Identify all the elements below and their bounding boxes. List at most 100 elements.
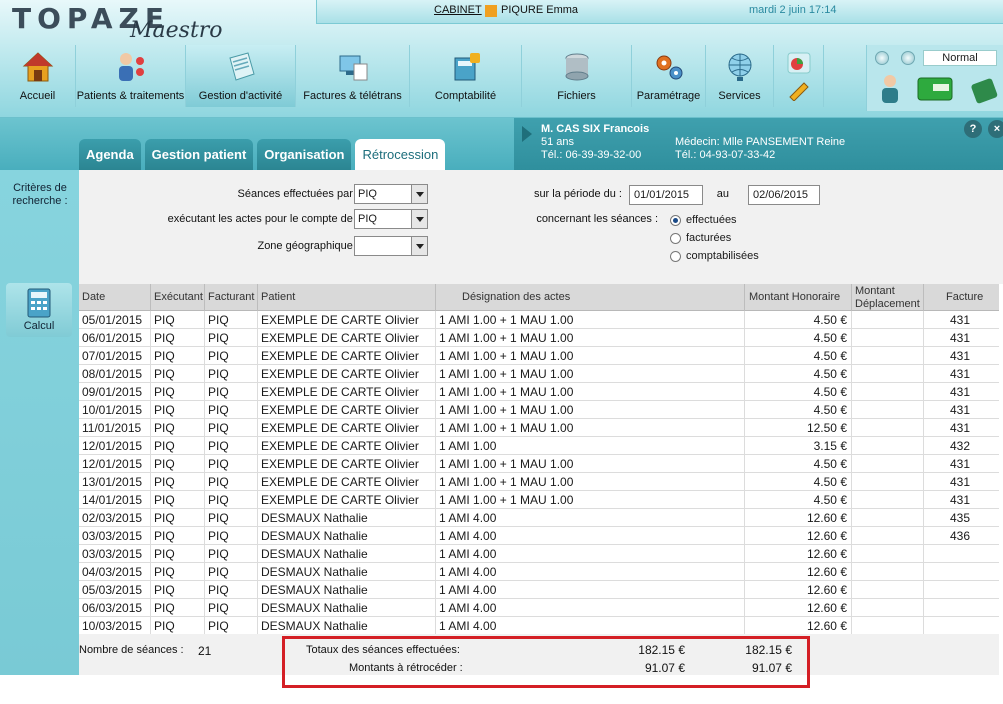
table-row[interactable]: 12/01/2015 PIQ PIQ EXEMPLE DE CARTE Olivier… bbox=[79, 455, 999, 473]
radio-comptabilisees[interactable]: comptabilisées bbox=[670, 250, 759, 262]
zone-select[interactable] bbox=[354, 236, 428, 256]
col-montant-deplacement[interactable]: Montant Déplacement bbox=[852, 284, 924, 311]
cell-designation: 1 AMI 1.00 bbox=[436, 437, 745, 455]
tab-organisation[interactable]: Organisation bbox=[257, 139, 352, 170]
cell-montant-honoraire: 4.50 € bbox=[745, 401, 852, 419]
cell-facturant: PIQ bbox=[205, 509, 258, 527]
cell-facture: 431 bbox=[950, 385, 971, 399]
table-row[interactable]: 13/01/2015 PIQ PIQ EXEMPLE DE CARTE Olivier… bbox=[79, 473, 999, 491]
table-row[interactable]: 03/03/2015 PIQ PIQ DESMAUX Nathalie 1 AMI 4.… bbox=[79, 545, 999, 563]
radio-checked-icon bbox=[670, 214, 681, 226]
cell-montant-honoraire: 12.60 € bbox=[745, 581, 852, 599]
cell-designation: 1 AMI 1.00 + 1 MAU 1.00 bbox=[436, 365, 745, 383]
col-patient[interactable]: Patient bbox=[258, 284, 436, 311]
table-row[interactable]: 09/01/2015 PIQ PIQ EXEMPLE DE CARTE Olivier… bbox=[79, 383, 999, 401]
database-icon bbox=[565, 53, 588, 81]
cell-facture bbox=[924, 545, 999, 563]
vitale-card-icon[interactable] bbox=[917, 75, 953, 103]
nav-fichiers[interactable]: Fichiers bbox=[522, 45, 632, 107]
table-row[interactable]: 02/03/2015 PIQ PIQ DESMAUX Nathalie 1 AMI 4.… bbox=[79, 509, 999, 527]
nav-factures[interactable]: Factures & télétrans bbox=[296, 45, 410, 107]
table-row[interactable]: 14/01/2015 PIQ PIQ EXEMPLE DE CARTE Olivier… bbox=[79, 491, 999, 509]
table-row[interactable]: 12/01/2015 PIQ PIQ EXEMPLE DE CARTE Olivier… bbox=[79, 437, 999, 455]
table-row[interactable]: 05/03/2015 PIQ PIQ DESMAUX Nathalie 1 AMI 4.… bbox=[79, 581, 999, 599]
radio-facturees[interactable]: facturées bbox=[670, 232, 731, 244]
nav-services[interactable]: Services bbox=[706, 45, 774, 107]
col-montant-honoraire[interactable]: Montant Honoraire bbox=[745, 284, 852, 311]
cell-designation: 1 AMI 4.00 bbox=[436, 599, 745, 617]
doctor-icon[interactable] bbox=[877, 73, 903, 105]
cell-montant-deplacement bbox=[852, 527, 924, 545]
table-row[interactable]: 06/01/2015 PIQ PIQ EXEMPLE DE CARTE Olivier… bbox=[79, 329, 999, 347]
tab-gestion-patient[interactable]: Gestion patient bbox=[144, 139, 254, 170]
table-row[interactable]: 06/03/2015 PIQ PIQ DESMAUX Nathalie 1 AMI 4.… bbox=[79, 599, 999, 617]
table-row[interactable]: 07/01/2015 PIQ PIQ EXEMPLE DE CARTE Olivier… bbox=[79, 347, 999, 365]
col-facture[interactable]: Facture bbox=[924, 284, 999, 311]
col-facturant[interactable]: Facturant bbox=[205, 284, 258, 311]
cell-executant: PIQ bbox=[151, 347, 205, 365]
table-body: 05/01/2015 PIQ PIQ EXEMPLE DE CARTE Olivier… bbox=[79, 311, 999, 635]
cell-montant-honoraire: 4.50 € bbox=[745, 383, 852, 401]
col-date[interactable]: Date bbox=[79, 284, 151, 311]
cell-montant-honoraire: 12.60 € bbox=[745, 527, 852, 545]
date-to-input[interactable]: 02/06/2015 bbox=[748, 185, 820, 205]
table-row[interactable]: 10/01/2015 PIQ PIQ EXEMPLE DE CARTE Olivier… bbox=[79, 401, 999, 419]
cell-facture: 431 bbox=[950, 457, 971, 471]
cell-executant: PIQ bbox=[151, 545, 205, 563]
tab-retrocession[interactable]: Rétrocession bbox=[355, 139, 446, 170]
nav-accueil[interactable]: Accueil bbox=[0, 45, 76, 107]
compte-select[interactable]: PIQ bbox=[354, 209, 428, 229]
table-row[interactable]: 03/03/2015 PIQ PIQ DESMAUX Nathalie 1 AMI 4.… bbox=[79, 527, 999, 545]
compte-label: exécutant les actes pour le compte de : bbox=[167, 213, 359, 225]
radio-effectuees[interactable]: effectuées bbox=[670, 214, 737, 226]
cell-montant-deplacement bbox=[852, 491, 924, 509]
table-row[interactable]: 11/01/2015 PIQ PIQ EXEMPLE DE CARTE Olivier… bbox=[79, 419, 999, 437]
table-row[interactable]: 05/01/2015 PIQ PIQ EXEMPLE DE CARTE Olivier… bbox=[79, 311, 999, 329]
cell-patient: DESMAUX Nathalie bbox=[258, 617, 436, 635]
chart-tool-icon[interactable] bbox=[786, 51, 812, 75]
tab-agenda[interactable]: Agenda bbox=[79, 139, 141, 170]
cell-facture bbox=[924, 581, 999, 599]
cell-patient: EXEMPLE DE CARTE Olivier bbox=[258, 347, 436, 365]
cell-date: 10/01/2015 bbox=[79, 401, 151, 419]
cell-facture: 431 bbox=[950, 331, 971, 345]
cell-facturant: PIQ bbox=[205, 563, 258, 581]
nav-gestion-activite[interactable]: Gestion d'activité bbox=[186, 45, 296, 107]
back-icon[interactable] bbox=[875, 51, 889, 65]
cell-executant: PIQ bbox=[151, 527, 205, 545]
cell-patient: EXEMPLE DE CARTE Olivier bbox=[258, 311, 436, 329]
cabinet-link[interactable]: CABINET bbox=[434, 4, 482, 16]
cell-facturant: PIQ bbox=[205, 527, 258, 545]
cell-montant-honoraire: 4.50 € bbox=[745, 455, 852, 473]
panel-arrow-icon bbox=[522, 126, 532, 142]
cell-executant: PIQ bbox=[151, 509, 205, 527]
pencil-icon[interactable] bbox=[786, 79, 812, 101]
doctor-name: Médecin: Mlle PANSEMENT Reine bbox=[675, 136, 846, 148]
nav-label: Gestion d'activité bbox=[198, 90, 283, 102]
forward-icon[interactable] bbox=[901, 51, 915, 65]
cell-montant-deplacement bbox=[852, 311, 924, 329]
col-designation[interactable]: Désignation des actes bbox=[436, 284, 745, 311]
calcul-button[interactable]: Calcul bbox=[6, 283, 72, 337]
cell-montant-deplacement bbox=[852, 545, 924, 563]
calculator-icon bbox=[27, 288, 51, 318]
table-row[interactable]: 04/03/2015 PIQ PIQ DESMAUX Nathalie 1 AMI 4.… bbox=[79, 563, 999, 581]
date-from-input[interactable]: 01/01/2015 bbox=[629, 185, 703, 205]
table-row[interactable]: 08/01/2015 PIQ PIQ EXEMPLE DE CARTE Olivier… bbox=[79, 365, 999, 383]
mode-select[interactable]: Normal bbox=[923, 50, 997, 66]
col-executant[interactable]: Exécutant bbox=[151, 284, 205, 311]
cell-designation: 1 AMI 1.00 + 1 MAU 1.00 bbox=[436, 329, 745, 347]
cell-montant-deplacement bbox=[852, 329, 924, 347]
nav-comptabilite[interactable]: Comptabilité bbox=[410, 45, 522, 107]
seances-select[interactable]: PIQ bbox=[354, 184, 428, 204]
nav-parametrage[interactable]: Paramétrage bbox=[632, 45, 706, 107]
cell-patient: EXEMPLE DE CARTE Olivier bbox=[258, 437, 436, 455]
table-row[interactable]: 10/03/2015 PIQ PIQ DESMAUX Nathalie 1 AMI 4.… bbox=[79, 617, 999, 635]
nav-patients[interactable]: Patients & traitements bbox=[76, 45, 186, 107]
phone-icon[interactable] bbox=[969, 75, 999, 105]
close-icon[interactable]: × bbox=[988, 120, 1003, 138]
help-icon[interactable]: ? bbox=[964, 120, 982, 138]
cell-patient: DESMAUX Nathalie bbox=[258, 527, 436, 545]
cell-date: 03/03/2015 bbox=[79, 545, 151, 563]
cell-montant-deplacement bbox=[852, 581, 924, 599]
